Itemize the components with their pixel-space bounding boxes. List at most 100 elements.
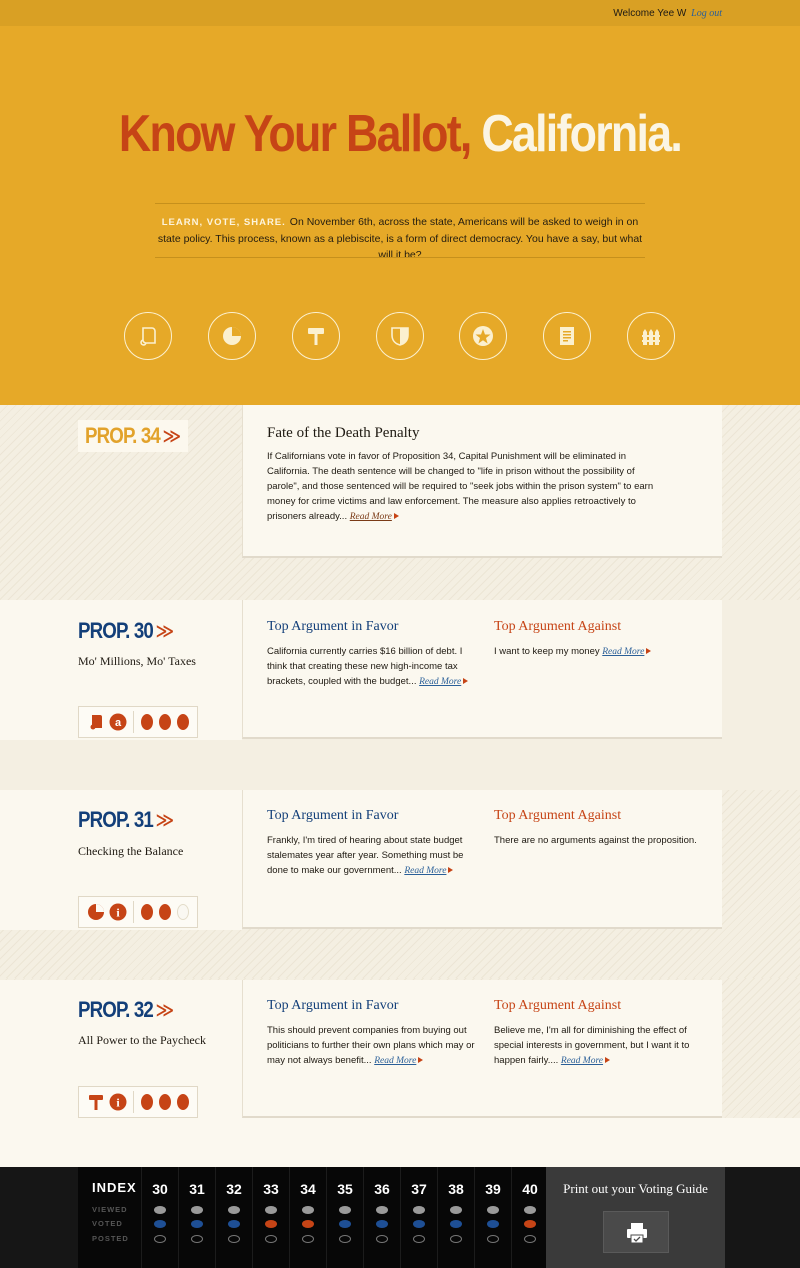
index-column-40[interactable]: 40 (511, 1167, 547, 1268)
index-column-38[interactable]: 38 (437, 1167, 473, 1268)
rating-dot (159, 904, 171, 920)
hammer-icon[interactable] (87, 1093, 105, 1111)
featured-prop-badge[interactable]: PROP. 34 ≫ (78, 420, 188, 452)
voted-indicator (524, 1220, 536, 1228)
spacer (0, 1118, 800, 1167)
featured-text: If Californians vote in favor of Proposi… (267, 449, 667, 525)
scroll-icon[interactable] (87, 713, 105, 731)
prop-number: PROP. 30 (78, 618, 154, 643)
hammer-icon[interactable] (292, 312, 340, 360)
prop-name: Mo' Millions, Mo' Taxes (78, 654, 196, 668)
index-number: 34 (300, 1181, 316, 1197)
against-text: Believe me, I'm all for diminishing the … (494, 1023, 709, 1069)
index-number: 40 (522, 1181, 538, 1197)
index-column-33[interactable]: 33 (252, 1167, 288, 1268)
star-badge-icon[interactable] (459, 312, 507, 360)
prop-status-box: i (78, 1086, 198, 1118)
page-title-part1: Know Your Ballot, (118, 105, 472, 163)
read-more-link[interactable]: Read More (561, 1056, 611, 1066)
index-column-32[interactable]: 32 (215, 1167, 251, 1268)
viewed-indicator (265, 1206, 277, 1214)
print-label: Print out your Voting Guide (563, 1181, 708, 1196)
voted-indicator (265, 1220, 277, 1228)
prop-number: PROP. 31 (78, 807, 154, 832)
index-column-34[interactable]: 34 (289, 1167, 325, 1268)
read-more-link[interactable]: Read More (374, 1056, 424, 1066)
rating-dot (177, 714, 189, 730)
index-number: 37 (411, 1181, 427, 1197)
prop-status-box: a (78, 706, 198, 738)
read-more-link[interactable]: Read More (404, 866, 454, 876)
voted-indicator (191, 1220, 203, 1228)
favor-body: This should prevent companies from buyin… (267, 1025, 475, 1066)
prop-number: PROP. 32 (78, 997, 154, 1022)
index-column-31[interactable]: 31 (178, 1167, 214, 1268)
info-icon[interactable]: i (109, 1093, 127, 1111)
against-title: Top Argument Against (494, 998, 622, 1013)
posted-indicator (376, 1235, 388, 1243)
read-more-link[interactable]: Read More (602, 647, 652, 657)
posted-indicator (228, 1235, 240, 1243)
index-number: 35 (337, 1181, 353, 1197)
play-arrow-icon (646, 648, 652, 654)
play-arrow-icon (418, 1057, 424, 1063)
welcome-area: Welcome Yee W Log out (613, 8, 722, 19)
rating-dot (141, 714, 153, 730)
against-text: I want to keep my money Read More (494, 644, 704, 660)
prop-label[interactable]: PROP. 30 ≫ (78, 618, 174, 644)
chevron-right-icon: ≫ (162, 425, 182, 448)
pie-chart-icon[interactable] (87, 903, 105, 921)
info-icon[interactable]: i (109, 903, 127, 921)
prop-name: All Power to the Paycheck (78, 1033, 206, 1047)
prop-label[interactable]: PROP. 32 ≫ (78, 997, 175, 1023)
intro-paragraph: LEARN, VOTE, SHARE. On November 6th, acro… (155, 214, 645, 263)
fence-icon[interactable] (627, 312, 675, 360)
voted-indicator (302, 1220, 314, 1228)
posted-indicator (191, 1235, 203, 1243)
index-column-30[interactable]: 30 (141, 1167, 177, 1268)
read-more-link[interactable]: Read More (350, 512, 399, 522)
index-column-35[interactable]: 35 (326, 1167, 362, 1268)
rating-dot-empty (177, 904, 189, 920)
prop-name: Checking the Balance (78, 844, 184, 858)
index-number: 33 (263, 1181, 279, 1197)
play-arrow-icon (393, 513, 399, 519)
viewed-indicator (191, 1206, 203, 1214)
intro-lead: LEARN, VOTE, SHARE. (161, 217, 286, 228)
print-button[interactable] (603, 1211, 669, 1253)
index-label: INDEX (92, 1180, 137, 1195)
viewed-indicator (302, 1206, 314, 1214)
pie-chart-icon[interactable] (208, 312, 256, 360)
viewed-indicator (487, 1206, 499, 1214)
posted-indicator (487, 1235, 499, 1243)
rating-dot (141, 1094, 153, 1110)
divider (133, 901, 134, 923)
prop-label[interactable]: PROP. 31 ≫ (78, 807, 174, 833)
favor-title: Top Argument in Favor (267, 619, 399, 634)
favor-title: Top Argument in Favor (267, 808, 399, 823)
index-number: 39 (485, 1181, 501, 1197)
viewed-indicator (450, 1206, 462, 1214)
rating-dot (159, 1094, 171, 1110)
document-icon[interactable] (543, 312, 591, 360)
scroll-icon[interactable] (124, 312, 172, 360)
index-column-36[interactable]: 36 (363, 1167, 399, 1268)
index-column-39[interactable]: 39 (474, 1167, 510, 1268)
read-more-link[interactable]: Read More (419, 677, 469, 687)
divider (155, 203, 645, 204)
voted-indicator (450, 1220, 462, 1228)
posted-indicator (524, 1235, 536, 1243)
against-body: I want to keep my money (494, 646, 600, 657)
index-number: 36 (374, 1181, 390, 1197)
favor-text: This should prevent companies from buyin… (267, 1023, 477, 1069)
shield-icon[interactable] (376, 312, 424, 360)
divider (133, 1091, 134, 1113)
featured-body: If Californians vote in favor of Proposi… (267, 451, 654, 522)
chevron-right-icon: ≫ (155, 999, 175, 1022)
logout-link[interactable]: Log out (691, 8, 722, 19)
index-column-37[interactable]: 37 (400, 1167, 436, 1268)
play-arrow-icon (463, 678, 469, 684)
a-letter-icon[interactable]: a (109, 713, 127, 731)
index-row-posted: POSTED (92, 1234, 129, 1243)
favor-text: California currently carries $16 billion… (267, 644, 472, 690)
